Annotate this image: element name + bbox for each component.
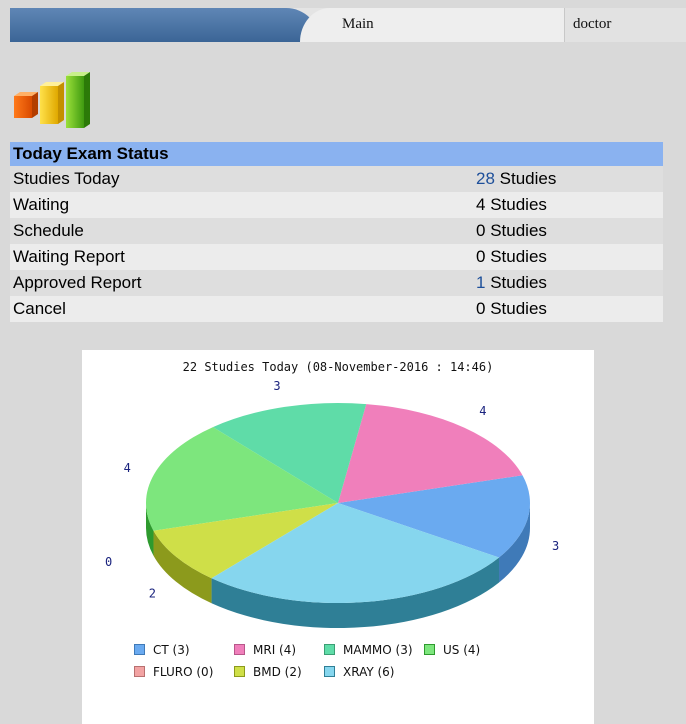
- nav-brand-band: [10, 8, 320, 42]
- pie-value-label-us: 4: [124, 461, 131, 475]
- status-label: Cancel: [13, 299, 66, 318]
- legend-label: BMD (2): [253, 665, 302, 679]
- legend-swatch: [324, 666, 335, 677]
- exam-status-table: Today Exam Status Studies Today 28 Studi…: [10, 142, 663, 322]
- studies-pie-chart: 3434026: [105, 379, 559, 628]
- status-unit: Studies: [485, 299, 547, 318]
- legend-swatch: [234, 644, 245, 655]
- status-unit: Studies: [485, 273, 547, 292]
- legend-label: MRI (4): [253, 643, 297, 657]
- legend-item-us: US (4): [424, 642, 480, 658]
- pie-value-label-mri: 4: [479, 404, 486, 418]
- status-label: Waiting: [13, 195, 70, 214]
- legend-swatch: [134, 644, 145, 655]
- pie-value-label-bmd: 2: [149, 586, 156, 600]
- status-unit: Studies: [485, 221, 547, 240]
- status-value: 0 Studies: [476, 296, 547, 322]
- status-value: 0 Studies: [476, 244, 547, 270]
- tab-main-label: Main: [342, 16, 374, 32]
- legend-item-mri: MRI (4): [234, 642, 296, 658]
- legend-label: MAMMO (3): [343, 643, 413, 657]
- legend-label: CT (3): [153, 643, 190, 657]
- status-label: Schedule: [13, 221, 84, 240]
- studies-today-count-link[interactable]: 28: [476, 169, 495, 188]
- status-row-approved-report: Approved Report 1 Studies: [10, 270, 663, 296]
- legend-label: XRAY (6): [343, 665, 395, 679]
- status-row-waiting: Waiting 4 Studies: [10, 192, 663, 218]
- status-label: Waiting Report: [13, 247, 125, 266]
- exam-status-title: Today Exam Status: [10, 142, 663, 166]
- legend-label: FLURO (0): [153, 665, 214, 679]
- status-value: 28 Studies: [476, 166, 556, 192]
- top-nav-bar: Main doctor: [10, 8, 686, 42]
- legend-swatch: [134, 666, 145, 677]
- legend-swatch: [234, 666, 245, 677]
- status-row-waiting-report: Waiting Report 0 Studies: [10, 244, 663, 270]
- tab-user-label: doctor: [573, 16, 612, 32]
- status-unit: Studies: [494, 169, 557, 188]
- status-label: Approved Report: [13, 273, 142, 292]
- status-value: 1 Studies: [476, 270, 547, 296]
- legend-swatch: [324, 644, 335, 655]
- legend-item-ct: CT (3): [134, 642, 190, 658]
- status-unit: Studies: [485, 195, 547, 214]
- status-value: 0 Studies: [476, 218, 547, 244]
- legend-item-xray: XRAY (6): [324, 664, 395, 680]
- status-unit: Studies: [485, 247, 547, 266]
- status-row-cancel: Cancel 0 Studies: [10, 296, 663, 322]
- pie-value-label-fluro: 0: [105, 555, 112, 569]
- status-label: Studies Today: [13, 169, 120, 188]
- status-row-studies-today: Studies Today 28 Studies: [10, 166, 663, 192]
- studies-pie-chart-panel: 22 Studies Today (08-November-2016 : 14:…: [82, 350, 594, 724]
- legend-item-mammo: MAMMO (3): [324, 642, 413, 658]
- legend-item-bmd: BMD (2): [234, 664, 302, 680]
- tab-user[interactable]: doctor: [564, 8, 686, 42]
- legend-item-fluro: FLURO (0): [134, 664, 213, 680]
- legend-label: US (4): [443, 643, 481, 657]
- pie-value-label-mammo: 3: [273, 379, 280, 393]
- status-row-schedule: Schedule 0 Studies: [10, 218, 663, 244]
- status-value: 4 Studies: [476, 192, 547, 218]
- bar-chart-logo-icon: [12, 70, 102, 130]
- tab-main[interactable]: Main: [300, 8, 564, 42]
- pie-value-label-ct: 3: [552, 539, 559, 553]
- legend-swatch: [424, 644, 435, 655]
